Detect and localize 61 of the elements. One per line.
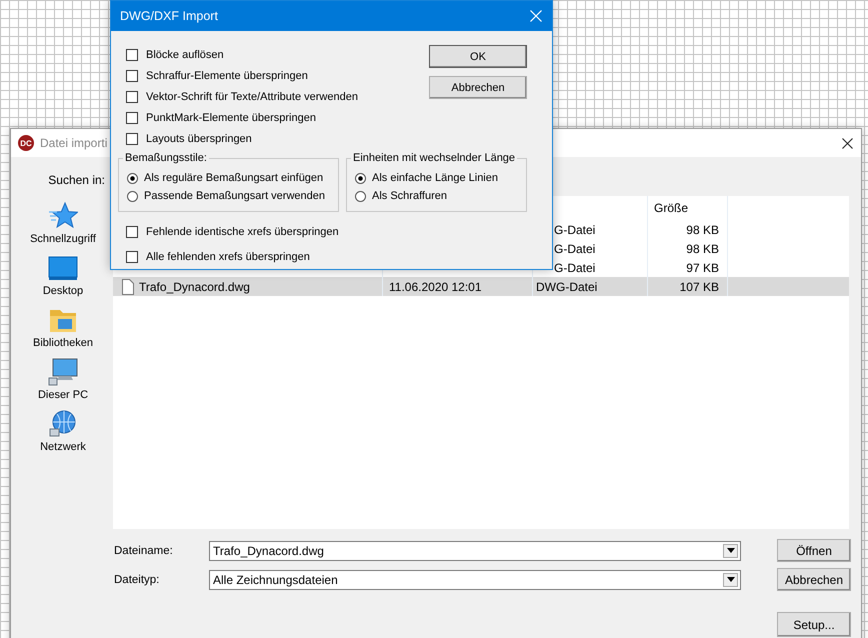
checkbox[interactable] xyxy=(126,90,138,102)
filename-field[interactable]: Trafo_Dynacord.dwg xyxy=(209,540,741,560)
group-title: Einheiten mit wechselnder Länge xyxy=(351,152,518,164)
app-logo-icon: DC xyxy=(18,135,34,151)
option-label: Fehlende identische xrefs überspringen xyxy=(146,226,339,238)
filetype-dropdown[interactable]: Alle Zeichnungsdateien xyxy=(209,570,741,590)
file-size: 98 KB xyxy=(686,222,719,236)
star-icon xyxy=(48,201,78,231)
file-size: 98 KB xyxy=(686,242,719,256)
option-label: Als einfache Länge Linien xyxy=(372,172,498,184)
option-label: Schraffur-Elemente überspringen xyxy=(146,70,308,82)
radio-button[interactable] xyxy=(127,172,138,184)
file-size: 97 KB xyxy=(686,260,719,274)
place-item[interactable]: Netzwerk xyxy=(40,409,86,461)
file-type: DWG-Datei xyxy=(536,280,598,294)
checkbox[interactable] xyxy=(126,226,138,238)
option-label: Vektor-Schrift für Texte/Attribute verwenden xyxy=(146,90,358,102)
window-title: Datei importi xyxy=(40,136,108,150)
place-item[interactable]: Bibliotheken xyxy=(33,305,93,357)
caret-icon[interactable] xyxy=(726,548,734,553)
radio-button[interactable] xyxy=(355,172,366,184)
place-item[interactable]: Desktop xyxy=(42,253,84,305)
option-label: Blöcke auflösen xyxy=(146,48,224,60)
filetype-label: Dateityp: xyxy=(114,574,160,586)
computer-icon xyxy=(48,357,78,387)
checkbox[interactable] xyxy=(126,112,138,124)
caret-icon[interactable] xyxy=(726,577,734,582)
option-label: PunktMark-Elemente überspringen xyxy=(146,112,316,124)
option-label: Als Schraffuren xyxy=(372,190,448,202)
cancel-button[interactable]: Abbrechen xyxy=(777,568,851,591)
option-label: Alle fehlenden xrefs überspringen xyxy=(146,250,310,262)
checkbox[interactable] xyxy=(126,70,138,82)
radio-button[interactable] xyxy=(127,190,138,202)
file-icon xyxy=(122,278,134,294)
column-header[interactable]: Größe xyxy=(648,196,728,220)
file-type: G-Datei xyxy=(554,222,596,236)
file-type: G-Datei xyxy=(554,260,596,274)
file-type: G-Datei xyxy=(554,242,596,256)
option-label: Passende Bemaßungsart verwenden xyxy=(144,190,325,202)
radio-button[interactable] xyxy=(355,190,366,202)
file-name: Trafo_Dynacord.dwg xyxy=(139,280,250,294)
checkbox[interactable] xyxy=(126,132,138,144)
globe-icon xyxy=(48,409,78,439)
file-row[interactable]: Trafo_Dynacord.dwg 11.06.2020 12:01 DWG-Datei 107 KB xyxy=(113,277,849,296)
option-label: Layouts überspringen xyxy=(146,132,252,144)
checkbox[interactable] xyxy=(126,48,138,60)
group-title: Bemaßungsstile: xyxy=(123,152,209,164)
open-button[interactable]: Öffnen xyxy=(777,539,851,562)
setup-button[interactable]: Setup... xyxy=(777,612,851,637)
place-item[interactable]: Schnellzugriff xyxy=(30,201,96,253)
checkbox[interactable] xyxy=(126,250,138,262)
place-item[interactable]: Dieser PC xyxy=(38,357,88,409)
filename-label: Dateiname: xyxy=(114,544,174,556)
cancel-button[interactable]: Abbrechen xyxy=(429,76,527,99)
look-in-label: Suchen in: xyxy=(48,173,105,189)
close-icon[interactable] xyxy=(842,138,853,148)
file-size: 107 KB xyxy=(680,280,719,294)
file-date: 11.06.2020 12:01 xyxy=(389,280,482,294)
ok-button[interactable]: OK xyxy=(429,45,527,68)
dialog-title: DWG/DXF Import xyxy=(120,9,218,23)
option-label: Als reguläre Bemaßungsart einfügen xyxy=(144,172,324,184)
